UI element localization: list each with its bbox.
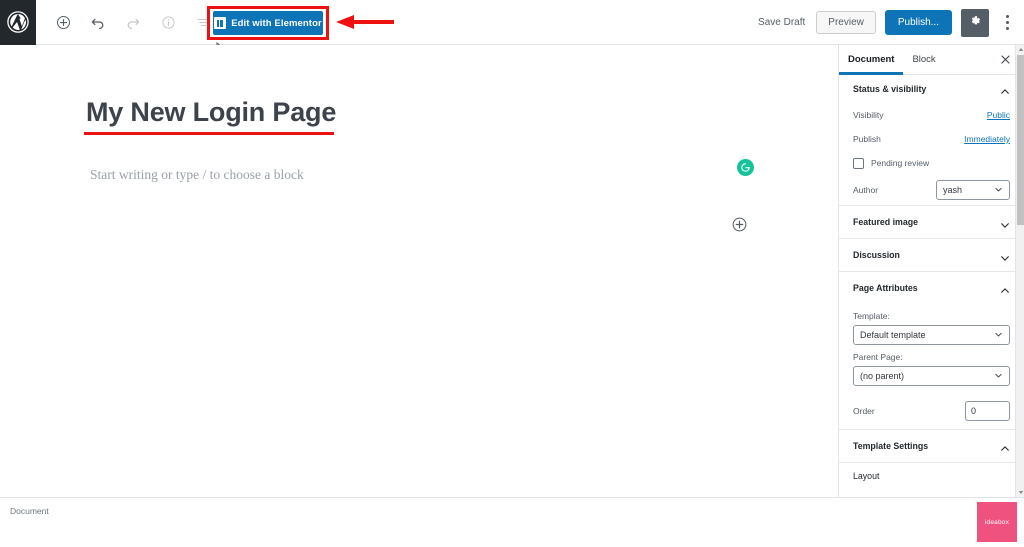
section-title: Page Attributes — [853, 283, 918, 293]
section-status-visibility-header[interactable]: Status & visibility — [853, 75, 1010, 103]
author-select[interactable]: yash — [936, 180, 1010, 200]
visibility-value-link[interactable]: Public — [987, 110, 1010, 120]
document-settings-sidebar: Document Block Status & visibility Visib… — [838, 45, 1024, 497]
chevron-up-icon — [1000, 283, 1010, 293]
edit-with-elementor-label: Edit with Elementor — [231, 17, 322, 29]
section-template-settings: Template Settings — [839, 430, 1024, 463]
section-featured-image: Featured image — [839, 206, 1024, 239]
topbar-actions: Save Draft Preview Publish... — [756, 0, 1016, 45]
elementor-logo-icon — [214, 17, 227, 29]
section-title: Status & visibility — [853, 84, 927, 94]
more-options-button[interactable] — [998, 9, 1016, 37]
pending-review-label: Pending review — [871, 158, 930, 168]
pending-review-checkbox[interactable] — [853, 157, 864, 169]
section-discussion-header[interactable]: Discussion — [853, 239, 1010, 271]
annotation-title-underline — [84, 132, 334, 135]
kebab-dot — [1005, 27, 1009, 30]
close-icon — [1000, 53, 1011, 68]
editor-window: Save Draft Preview Publish... Edit with … — [0, 0, 1024, 547]
tab-document[interactable]: Document — [839, 45, 903, 75]
row-visibility: Visibility Public — [853, 103, 1010, 127]
save-draft-button[interactable]: Save Draft — [756, 13, 807, 32]
section-template-settings-header[interactable]: Template Settings — [853, 430, 1010, 462]
order-label: Order — [853, 406, 875, 416]
chevron-down-icon — [994, 371, 1003, 382]
undo-icon[interactable] — [83, 7, 113, 37]
annotation-arrow — [336, 15, 394, 29]
parent-page-field-label: Parent Page: — [853, 352, 903, 362]
section-page-attributes-header[interactable]: Page Attributes — [853, 272, 1010, 304]
template-select-value: Default template — [860, 330, 926, 340]
inserter-add-block-button[interactable] — [731, 216, 748, 233]
chevron-down-icon — [994, 185, 1003, 196]
sidebar-tablist: Document Block — [839, 45, 1024, 75]
close-sidebar-button[interactable] — [994, 45, 1016, 75]
publish-button[interactable]: Publish... — [884, 10, 952, 35]
author-select-value: yash — [943, 185, 963, 195]
info-icon[interactable] — [153, 7, 183, 37]
editor-bottom-bar: Document ideabox — [0, 497, 1024, 547]
publish-value-link[interactable]: Immediately — [964, 134, 1010, 144]
redo-icon[interactable] — [118, 7, 148, 37]
breadcrumb[interactable]: Document — [10, 506, 49, 516]
section-discussion: Discussion — [839, 239, 1024, 272]
section-title: Template Settings — [853, 441, 929, 451]
arrow-shaft — [352, 20, 394, 24]
tab-block[interactable]: Block — [903, 45, 944, 75]
section-title: Discussion — [853, 250, 900, 260]
wordpress-logo-icon — [7, 11, 29, 33]
chevron-up-icon — [1000, 441, 1010, 451]
publish-label: Publish — [853, 134, 881, 144]
row-pending-review: Pending review — [853, 151, 1010, 175]
visibility-label: Visibility — [853, 110, 884, 120]
chevron-down-icon — [1000, 217, 1010, 228]
section-title: Featured image — [853, 217, 919, 227]
wordpress-logo-button[interactable] — [0, 0, 36, 45]
row-author: Author yash — [853, 175, 1010, 205]
sidebar-scroll-thumb[interactable] — [1017, 55, 1024, 225]
chevron-down-icon — [994, 330, 1003, 341]
section-featured-image-header[interactable]: Featured image — [853, 206, 1010, 238]
editor-top-toolbar: Save Draft Preview Publish... Edit with … — [0, 0, 1024, 45]
ideabox-widget-button[interactable]: ideabox — [977, 502, 1017, 542]
gear-icon — [968, 14, 982, 31]
chevron-up-icon — [1000, 84, 1010, 94]
chevron-down-icon — [1000, 250, 1010, 261]
sidebar-scrollbar[interactable] — [1015, 45, 1024, 497]
author-label: Author — [853, 185, 879, 195]
parent-page-select-value: (no parent) — [860, 371, 905, 381]
preview-button[interactable]: Preview — [816, 11, 876, 34]
section-status-visibility: Status & visibility Visibility Public Pu… — [839, 75, 1024, 206]
scroll-up-arrow-icon[interactable] — [1017, 45, 1024, 54]
scroll-down-arrow-icon[interactable] — [1017, 488, 1024, 497]
grammarly-g-icon[interactable] — [737, 159, 754, 176]
section-page-attributes: Page Attributes Template: Default templa… — [839, 272, 1024, 430]
settings-gear-button[interactable] — [961, 8, 989, 37]
layout-sub-label: Layout — [853, 471, 880, 481]
editor-canvas[interactable]: My New Login Page Start writing or type … — [0, 45, 838, 497]
edit-with-elementor-button[interactable]: Edit with Elementor — [213, 11, 323, 35]
template-field-label: Template: — [853, 311, 890, 321]
page-title[interactable]: My New Login Page — [86, 97, 336, 128]
template-select[interactable]: Default template — [853, 325, 1010, 345]
elementor-button-highlight: Edit with Elementor — [207, 6, 329, 40]
ideabox-label: ideabox — [984, 518, 1010, 526]
kebab-dot — [1005, 21, 1009, 24]
paragraph-block-placeholder[interactable]: Start writing or type / to choose a bloc… — [90, 167, 304, 183]
row-order: Order — [853, 393, 1010, 429]
row-publish: Publish Immediately — [853, 127, 1010, 151]
add-block-icon[interactable] — [48, 7, 78, 37]
parent-page-select[interactable]: (no parent) — [853, 366, 1010, 386]
kebab-menu-icon — [1005, 15, 1009, 18]
order-input[interactable] — [965, 401, 1010, 421]
